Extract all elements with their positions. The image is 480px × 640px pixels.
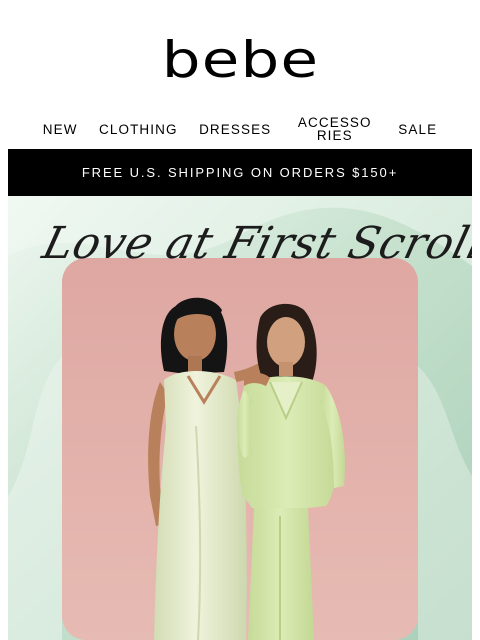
free-shipping-banner[interactable]: FREE U.S. SHIPPING ON ORDERS $150+ bbox=[8, 149, 472, 196]
nav-item-clothing[interactable]: CLOTHING bbox=[99, 122, 178, 136]
brand-logo[interactable]: bebe bbox=[161, 35, 318, 85]
free-shipping-text: FREE U.S. SHIPPING ON ORDERS $150+ bbox=[81, 165, 399, 180]
nav-item-dresses[interactable]: DRESSES bbox=[199, 122, 271, 136]
hero-title: Love at First Scroll bbox=[37, 218, 472, 269]
category-nav: NEW CLOTHING DRESSES ACCESSORIES SALE bbox=[0, 112, 480, 146]
email-page: bebe NEW CLOTHING DRESSES ACCESSORIES SA… bbox=[0, 0, 480, 640]
nav-item-new[interactable]: NEW bbox=[43, 122, 78, 136]
hero-banner[interactable]: Love at First Scroll bbox=[8, 196, 472, 640]
nav-item-sale[interactable]: SALE bbox=[398, 122, 437, 136]
logo-header: bebe bbox=[0, 30, 480, 90]
nav-item-accessories[interactable]: ACCESSORIES bbox=[293, 116, 377, 143]
